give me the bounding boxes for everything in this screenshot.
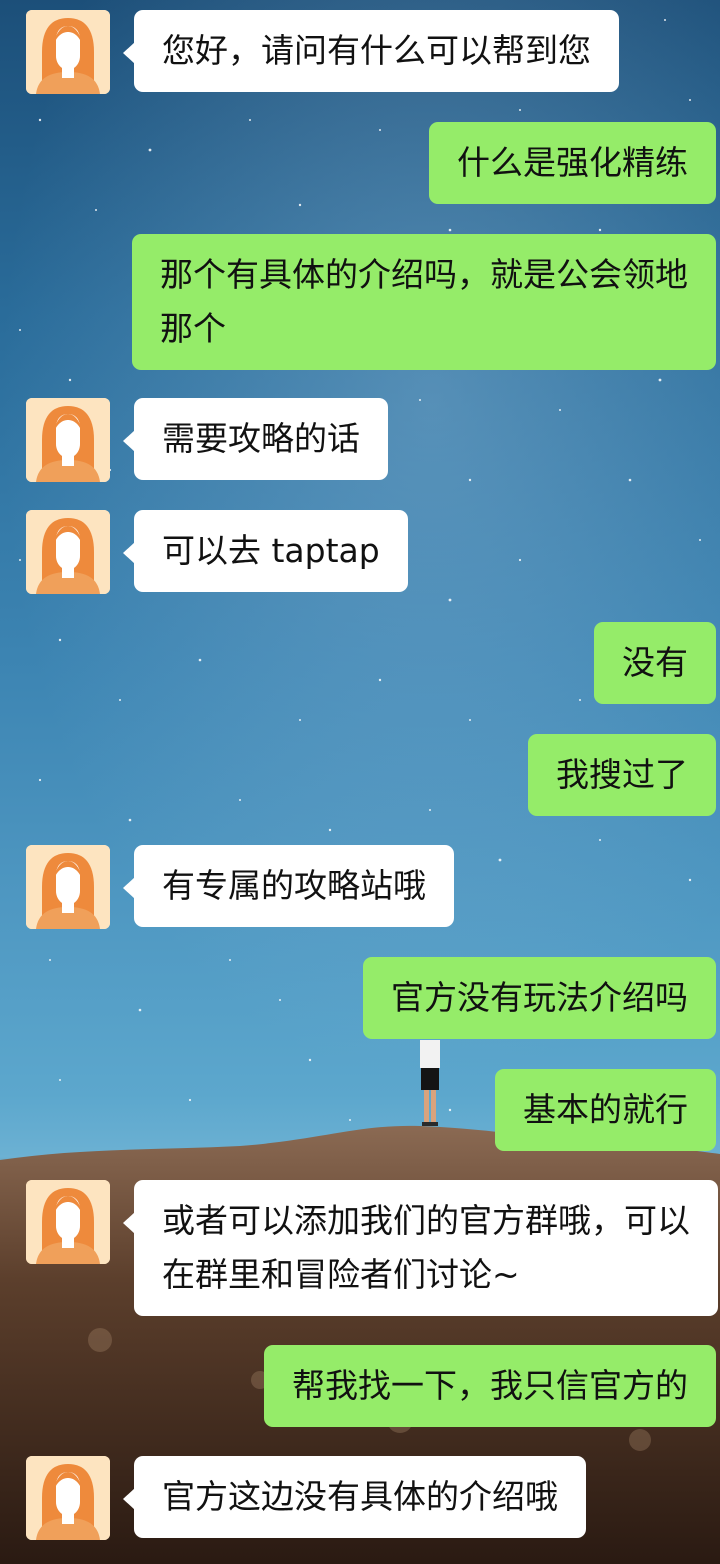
message-bubble-outgoing[interactable]: 什么是强化精练 [429,122,716,204]
message-bubble-outgoing[interactable]: 官方没有玩法介绍吗 [363,957,716,1039]
chat-message-list[interactable]: 您好，请问有什么可以帮到您 什么是强化精练 那个有具体的介绍吗，就是公会领地那个… [0,0,720,1564]
message-bubble-incoming[interactable]: 有专属的攻略站哦 [123,845,454,927]
message-bubble-outgoing[interactable]: 那个有具体的介绍吗，就是公会领地那个 [132,234,716,370]
message-bubble-outgoing[interactable]: 基本的就行 [495,1069,716,1151]
agent-avatar-icon[interactable] [26,845,110,929]
message-bubble-incoming[interactable]: 或者可以添加我们的官方群哦，可以在群里和冒险者们讨论~ [123,1180,718,1316]
message-bubble-outgoing[interactable]: 没有 [594,622,716,704]
message-bubble-outgoing[interactable]: 帮我找一下，我只信官方的 [264,1345,716,1427]
agent-avatar-icon[interactable] [26,10,110,94]
agent-avatar-icon[interactable] [26,398,110,482]
agent-avatar-icon[interactable] [26,1456,110,1540]
message-bubble-incoming[interactable]: 官方这边没有具体的介绍哦 [123,1456,586,1538]
agent-avatar-icon[interactable] [26,510,110,594]
message-bubble-incoming[interactable]: 您好，请问有什么可以帮到您 [123,10,619,92]
message-bubble-incoming[interactable]: 需要攻略的话 [123,398,388,480]
agent-avatar-icon[interactable] [26,1180,110,1264]
message-bubble-outgoing[interactable]: 我搜过了 [528,734,716,816]
message-bubble-incoming[interactable]: 可以去 taptap [123,510,408,592]
